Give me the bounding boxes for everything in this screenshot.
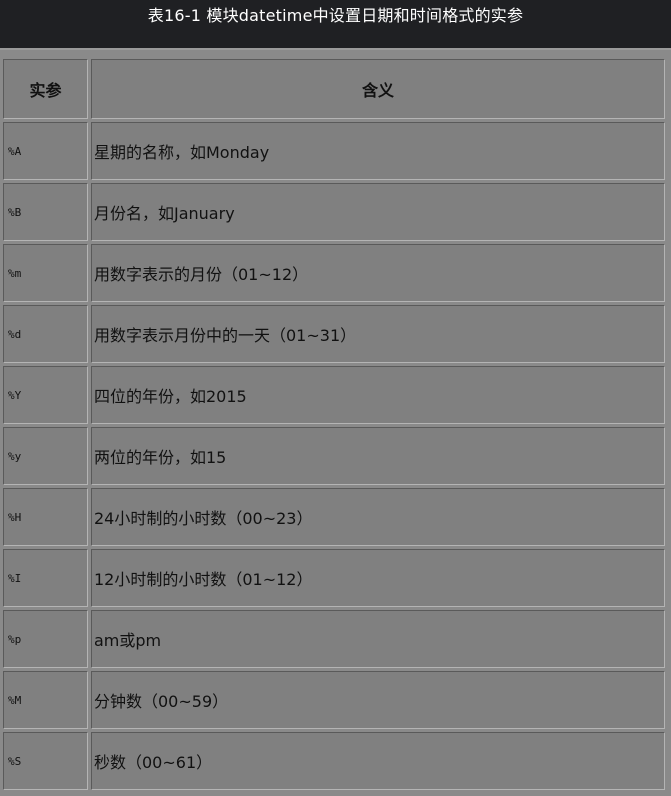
arg-meaning: 用数字表示月份中的一天（01~31） xyxy=(91,305,665,363)
arg-meaning: 星期的名称，如Monday xyxy=(91,122,665,180)
arg-code: %H xyxy=(3,488,88,546)
arg-code: %S xyxy=(3,732,88,790)
arg-code: %y xyxy=(3,427,88,485)
format-args-table: 实参 含义 %A 星期的名称，如Monday %B 月份名，如January %… xyxy=(0,56,668,793)
table-row: %d 用数字表示月份中的一天（01~31） xyxy=(3,305,665,363)
arg-meaning: 24小时制的小时数（00~23） xyxy=(91,488,665,546)
table-row: %Y 四位的年份，如2015 xyxy=(3,366,665,424)
table-row: %B 月份名，如January xyxy=(3,183,665,241)
table-row: %A 星期的名称，如Monday xyxy=(3,122,665,180)
table-row: %S 秒数（00~61） xyxy=(3,732,665,790)
arg-meaning: 月份名，如January xyxy=(91,183,665,241)
arg-meaning: 12小时制的小时数（01~12） xyxy=(91,549,665,607)
arg-meaning: 四位的年份，如2015 xyxy=(91,366,665,424)
table-row: %I 12小时制的小时数（01~12） xyxy=(3,549,665,607)
table-caption: 表16-1 模块datetime中设置日期和时间格式的实参 xyxy=(0,0,671,48)
arg-meaning: 秒数（00~61） xyxy=(91,732,665,790)
arg-code: %d xyxy=(3,305,88,363)
table-header-row: 实参 含义 xyxy=(3,59,665,119)
arg-code: %M xyxy=(3,671,88,729)
arg-meaning: 用数字表示的月份（01~12） xyxy=(91,244,665,302)
arg-code: %p xyxy=(3,610,88,668)
table-row: %y 两位的年份，如15 xyxy=(3,427,665,485)
header-arg: 实参 xyxy=(3,59,88,119)
arg-code: %I xyxy=(3,549,88,607)
arg-code: %Y xyxy=(3,366,88,424)
arg-meaning: 两位的年份，如15 xyxy=(91,427,665,485)
arg-code: %B xyxy=(3,183,88,241)
table-container: 实参 含义 %A 星期的名称，如Monday %B 月份名，如January %… xyxy=(0,48,671,796)
table-row: %H 24小时制的小时数（00~23） xyxy=(3,488,665,546)
arg-meaning: 分钟数（00~59） xyxy=(91,671,665,729)
table-row: %p am或pm xyxy=(3,610,665,668)
table-row: %m 用数字表示的月份（01~12） xyxy=(3,244,665,302)
table-row: %M 分钟数（00~59） xyxy=(3,671,665,729)
arg-code: %m xyxy=(3,244,88,302)
arg-code: %A xyxy=(3,122,88,180)
header-meaning: 含义 xyxy=(91,59,665,119)
arg-meaning: am或pm xyxy=(91,610,665,668)
